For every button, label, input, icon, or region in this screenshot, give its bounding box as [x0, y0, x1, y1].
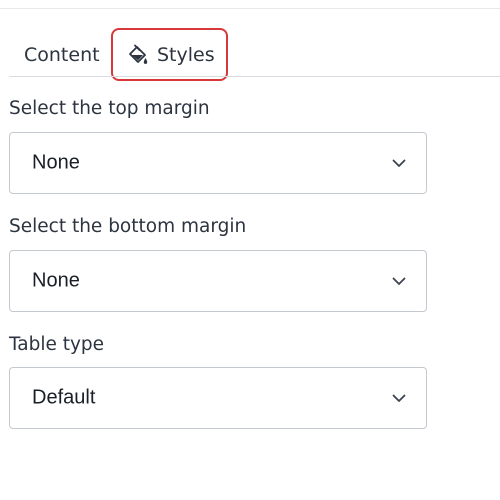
- tab-content[interactable]: Content: [24, 41, 100, 69]
- chevron-down-icon: [390, 272, 408, 290]
- bottom-margin-select[interactable]: None: [9, 250, 427, 312]
- chevron-down-icon: [390, 154, 408, 172]
- chevron-down-icon: [390, 389, 408, 407]
- tab-styles[interactable]: Styles: [111, 28, 228, 81]
- bottom-margin-value: None: [32, 269, 80, 292]
- table-type-select[interactable]: Default: [9, 367, 427, 429]
- table-type-label: Table type: [9, 334, 105, 355]
- top-margin-value: None: [32, 151, 80, 174]
- table-type-value: Default: [32, 386, 96, 409]
- paint-bucket-icon: [127, 44, 149, 66]
- tab-content-label: Content: [24, 44, 100, 66]
- tab-styles-label: Styles: [157, 43, 215, 66]
- top-divider: [0, 8, 500, 9]
- tab-bar: Content Styles: [0, 28, 500, 81]
- tab-bar-divider: [9, 76, 500, 77]
- top-margin-select[interactable]: None: [9, 132, 427, 194]
- bottom-margin-label: Select the bottom margin: [9, 216, 247, 237]
- top-margin-label: Select the top margin: [9, 98, 210, 119]
